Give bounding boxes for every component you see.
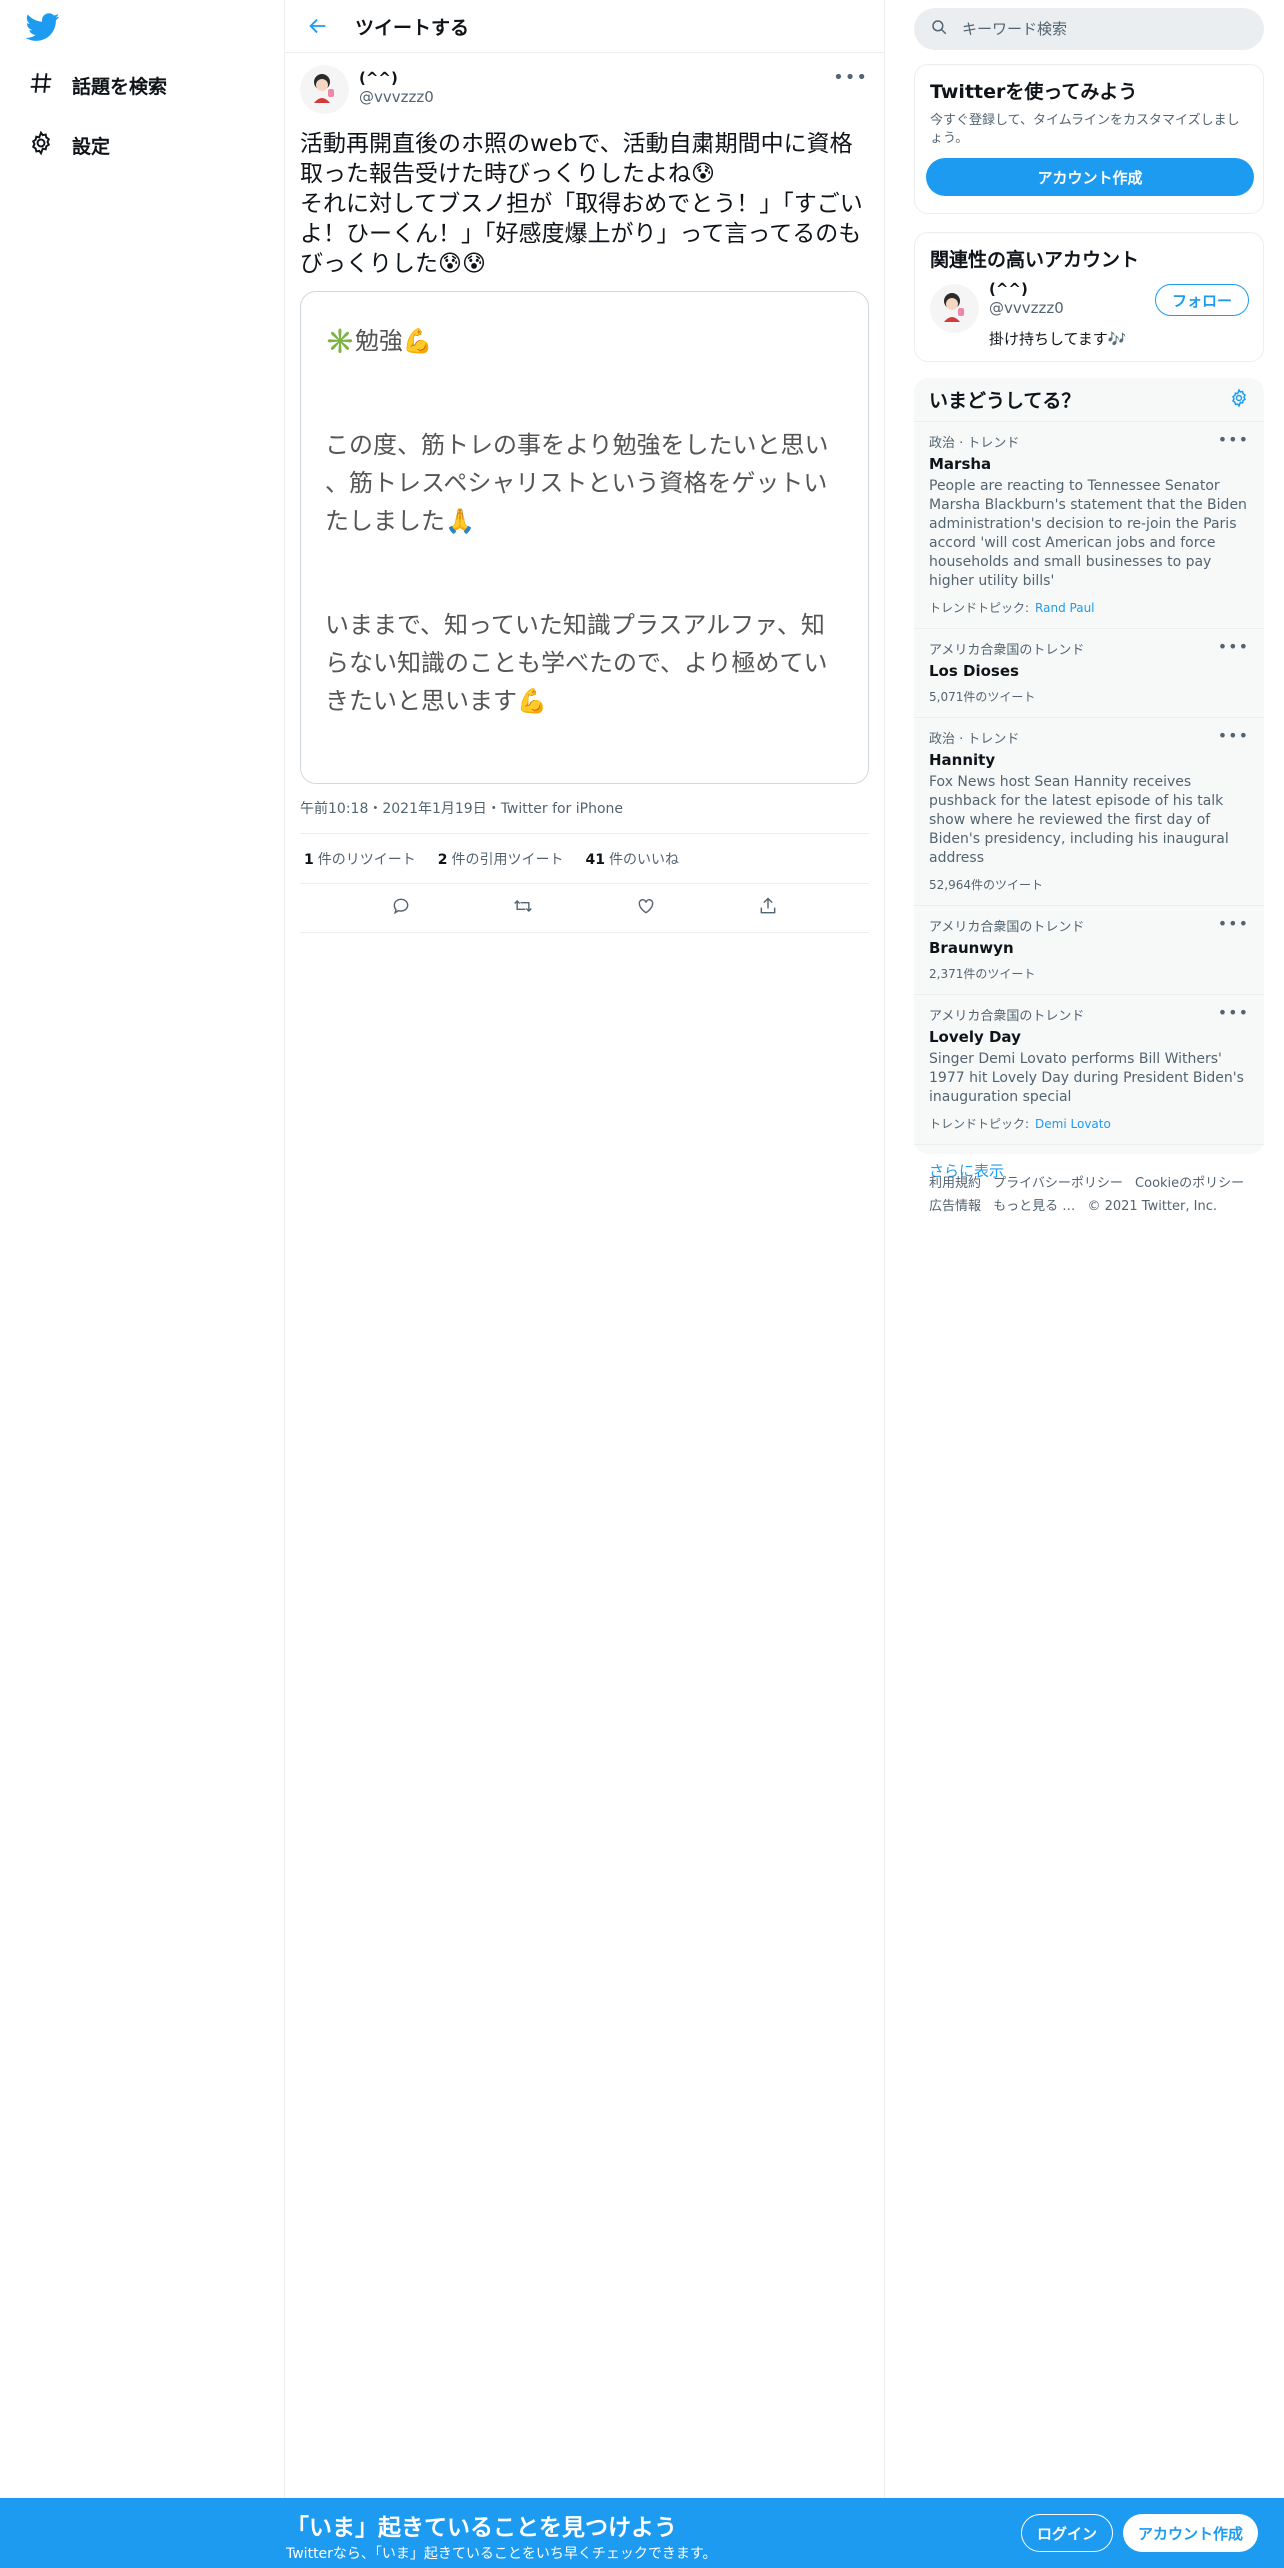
trend-count: 5,071件のツイート xyxy=(929,690,1036,704)
avatar[interactable] xyxy=(300,65,349,114)
related-panel-title: 関連性の高いアカウント xyxy=(930,249,1140,271)
hashtag-icon xyxy=(28,70,54,100)
page-title: ツイートする xyxy=(355,16,470,39)
retweets-stat[interactable]: 1 件のリツイート xyxy=(304,849,416,869)
follow-button[interactable]: フォロー xyxy=(1155,284,1249,316)
trends-panel: いまどうしてる？ 政治 · トレンド Marsha People are rea… xyxy=(914,378,1264,1180)
trend-context: 政治 · トレンド xyxy=(929,732,1020,747)
card-text-line: たしました🙏 xyxy=(325,507,475,535)
related-account[interactable]: (^^) @vvvzzz0 掛け持ちしてます🎶 フォロー xyxy=(915,272,1263,352)
nav-label-settings: 設定 xyxy=(72,135,111,158)
trend-desc: Fox News host Sean Hannity receives push… xyxy=(929,774,1229,866)
trend-item[interactable]: アメリカ合衆国のトレンド Braunwyn 2,371件のツイート ••• xyxy=(914,906,1264,995)
trend-item[interactable]: 政治 · トレンド Marsha People are reacting to … xyxy=(914,422,1264,629)
search-input[interactable] xyxy=(962,20,1242,38)
nav-item-explore[interactable]: 話題を検索 xyxy=(28,60,167,110)
related-accounts-panel: 関連性の高いアカウント (^^) @vvvzzz0 掛け持ちしてます🎶 フォロー xyxy=(914,232,1264,362)
more-options-icon[interactable]: ••• xyxy=(833,67,868,88)
bottom-bar-subtitle: Twitterなら、「いま」起きていることをいち早くチェックできます。 xyxy=(286,2546,717,2562)
trend-topic: トレンドトピック: Rand Paul xyxy=(929,601,1095,615)
tweet-image-card[interactable]: ✳️勉強💪 この度、筋トレの事をより勉強をしたいと思い 、筋トレスペシャリストと… xyxy=(300,291,869,784)
trend-desc: People are reacting to Tennessee Senator… xyxy=(929,478,1247,589)
tweet-actions xyxy=(300,884,869,933)
bottom-signup-bar: 「いま」起きていることを見つけよう Twitterなら、「いま」起きていることを… xyxy=(0,2498,1284,2568)
trend-name: Hannity xyxy=(929,751,996,769)
related-display-name[interactable]: (^^) xyxy=(989,280,1064,298)
card-text-line: この度、筋トレの事をより勉強をしたいと思い xyxy=(325,431,829,459)
related-bio: 掛け持ちしてます🎶 xyxy=(989,330,1127,348)
main-header: ツイートする xyxy=(285,0,884,53)
more-link[interactable]: もっと見る … xyxy=(993,1199,1075,1214)
author-handle[interactable]: @vvvzzz0 xyxy=(359,88,434,106)
related-handle[interactable]: @vvvzzz0 xyxy=(989,299,1064,317)
signup-panel-title: Twitterを使ってみよう xyxy=(930,81,1138,103)
privacy-link[interactable]: プライバシーポリシー xyxy=(993,1176,1123,1191)
gear-icon xyxy=(28,130,54,160)
card-text-line: ✳️勉強💪 xyxy=(325,327,433,355)
trend-context: アメリカ合衆国のトレンド xyxy=(929,643,1085,658)
card-text-line: 、筋トレスペシャリストという資格をゲットい xyxy=(325,469,828,497)
tweet: (^^) @vvvzzz0 ••• 活動再開直後のホ照のwebで、活動自粛期間中… xyxy=(285,53,884,933)
trend-name: Los Dioses xyxy=(929,662,1019,680)
left-navigation: 話題を検索 設定 xyxy=(0,0,285,2498)
card-text-line: らない知識のことも学べたので、より極めてい xyxy=(325,649,828,677)
signup-panel-desc: 今すぐ登録して、タイムラインをカスタマイズしましょう。 xyxy=(930,113,1240,146)
tweet-timestamp[interactable]: 午前10:18・2021年1月19日・Twitter for iPhone xyxy=(300,798,869,834)
trend-item[interactable]: 政治 · トレンド Hannity Fox News host Sean Han… xyxy=(914,718,1264,906)
trend-context: アメリカ合衆国のトレンド xyxy=(929,1009,1085,1024)
settings-gear-icon[interactable] xyxy=(1229,387,1249,412)
share-icon[interactable] xyxy=(758,896,778,920)
trends-header: いまどうしてる？ xyxy=(914,378,1264,422)
terms-link[interactable]: 利用規約 xyxy=(929,1176,981,1191)
twitter-logo-icon[interactable] xyxy=(25,10,66,46)
more-options-icon[interactable]: ••• xyxy=(1218,637,1249,656)
avatar[interactable] xyxy=(930,284,979,333)
back-arrow-icon xyxy=(309,18,326,34)
nav-label-explore: 話題を検索 xyxy=(72,75,168,98)
trend-context: アメリカ合衆国のトレンド xyxy=(929,920,1085,935)
trend-name: Marsha xyxy=(929,455,992,473)
reply-icon[interactable] xyxy=(391,896,411,920)
copyright: © 2021 Twitter, Inc. xyxy=(1087,1199,1217,1214)
back-button[interactable] xyxy=(301,9,335,43)
trend-desc: Singer Demi Lovato performs Bill Withers… xyxy=(929,1051,1244,1105)
nav-item-settings[interactable]: 設定 xyxy=(28,120,110,170)
quotes-stat[interactable]: 2 件の引用ツイート xyxy=(438,849,564,869)
like-icon[interactable] xyxy=(636,896,656,920)
trend-item[interactable]: アメリカ合衆国のトレンド Lovely Day Singer Demi Lova… xyxy=(914,995,1264,1145)
search-icon xyxy=(930,18,948,40)
footer-links: 利用規約 プライバシーポリシー Cookieのポリシー 広告情報 もっと見る …… xyxy=(929,1172,1259,1218)
tweet-stats: 1 件のリツイート 2 件の引用ツイート 41 件のいいね xyxy=(300,834,869,884)
ads-link[interactable]: 広告情報 xyxy=(929,1199,981,1214)
card-text-line: いままで、知っていた知識プラスアルファ、知 xyxy=(325,611,825,639)
trend-context: 政治 · トレンド xyxy=(929,436,1020,451)
tweet-text: 活動再開直後のホ照のwebで、活動自粛期間中に資格取った報告受けた時びっくりした… xyxy=(300,131,863,277)
trend-count: 52,964件のツイート xyxy=(929,878,1043,892)
login-button[interactable]: ログイン xyxy=(1021,2514,1113,2552)
signup-button[interactable]: アカウント作成 xyxy=(1123,2514,1258,2552)
more-options-icon[interactable]: ••• xyxy=(1218,726,1249,745)
more-options-icon[interactable]: ••• xyxy=(1218,430,1249,449)
author-display-name[interactable]: (^^) xyxy=(359,69,434,87)
more-options-icon[interactable]: ••• xyxy=(1218,1003,1249,1022)
retweet-icon[interactable] xyxy=(513,896,533,920)
trend-name: Lovely Day xyxy=(929,1028,1021,1046)
create-account-button[interactable]: アカウント作成 xyxy=(926,158,1254,196)
tweet-author[interactable]: (^^) @vvvzzz0 xyxy=(300,65,869,117)
trends-title: いまどうしてる？ xyxy=(929,390,1081,412)
bottom-bar-title: 「いま」起きていることを見つけよう xyxy=(286,2515,677,2541)
cookie-link[interactable]: Cookieのポリシー xyxy=(1135,1176,1244,1191)
signup-panel: Twitterを使ってみよう 今すぐ登録して、タイムラインをカスタマイズしましょ… xyxy=(914,64,1264,214)
trend-topic: トレンドトピック: Demi Lovato xyxy=(929,1117,1111,1131)
search-box[interactable] xyxy=(914,8,1264,50)
trend-count: 2,371件のツイート xyxy=(929,967,1036,981)
trend-item[interactable]: アメリカ合衆国のトレンド Los Dioses 5,071件のツイート ••• xyxy=(914,629,1264,718)
more-options-icon[interactable]: ••• xyxy=(1218,914,1249,933)
card-text-line: きたいと思います💪 xyxy=(325,687,547,715)
trend-name: Braunwyn xyxy=(929,939,1014,957)
likes-stat[interactable]: 41 件のいいね xyxy=(586,849,679,869)
main-column: ツイートする (^^) @vvvzzz0 ••• 活動再開直後のホ照のwebで、… xyxy=(285,0,885,2498)
